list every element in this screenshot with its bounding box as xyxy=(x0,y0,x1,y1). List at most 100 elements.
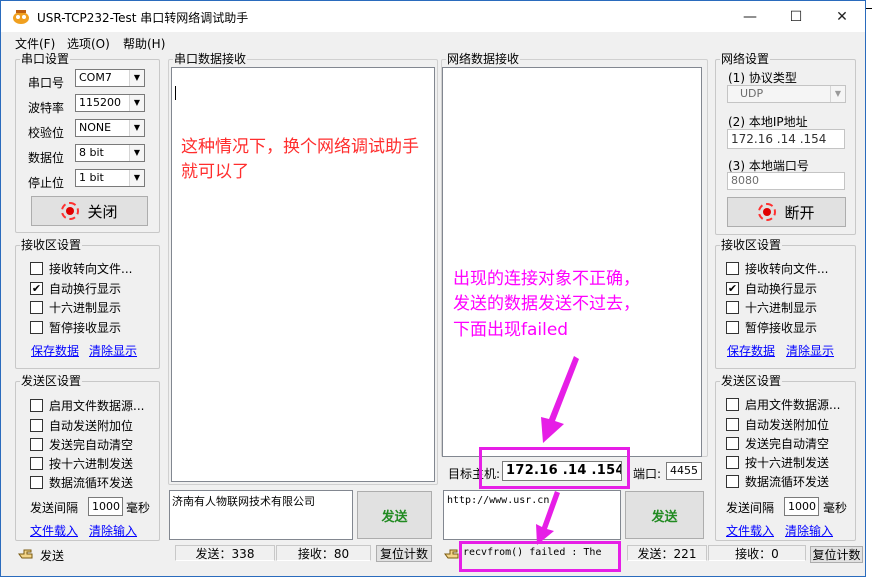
protocol-label: (1) 协议类型 xyxy=(728,71,797,85)
net-reset-count-button[interactable]: 复位计数 xyxy=(810,546,863,563)
serial-close-button[interactable]: 关闭 xyxy=(31,196,148,226)
net-send-count: 发送：221 xyxy=(627,545,707,561)
serial-settings-legend: 串口设置 xyxy=(21,52,70,66)
right-clear-display-link[interactable]: 清除显示 xyxy=(786,342,834,359)
checkbox[interactable] xyxy=(30,262,43,275)
maximize-button[interactable]: ☐ xyxy=(773,1,819,32)
app-icon xyxy=(13,10,29,24)
left-interval-input[interactable]: 1000 xyxy=(88,497,123,516)
target-port-input[interactable]: 4455 xyxy=(666,462,702,480)
serial-send-count: 发送：338 xyxy=(175,545,275,561)
right-interval-label: 发送间隔 xyxy=(726,501,775,515)
local-ip-input[interactable]: 172.16 .14 .154 xyxy=(727,129,845,149)
checkbox[interactable] xyxy=(726,398,739,411)
serial-send-button[interactable]: 发送 xyxy=(357,491,432,539)
parity-select[interactable]: NONE ▼ xyxy=(75,119,145,137)
local-ip-label: (2) 本地IP地址 xyxy=(728,115,808,129)
hand-icon xyxy=(444,549,459,559)
right-send-opt-clear[interactable]: 发送完自动清空 xyxy=(726,435,829,452)
left-send-opt-append[interactable]: 自动发送附加位 xyxy=(30,417,133,434)
left-recv-opt-hex[interactable]: 十六进制显示 xyxy=(30,299,121,316)
left-send-opt-file[interactable]: 启用文件数据源... xyxy=(30,397,144,414)
target-port-label: 端口: xyxy=(633,467,662,481)
port-select[interactable]: COM7 ▼ xyxy=(75,69,145,87)
checkbox-checked[interactable]: ✔ xyxy=(30,282,43,295)
right-clear-input-link[interactable]: 清除输入 xyxy=(785,522,833,539)
checkbox[interactable] xyxy=(30,419,43,432)
checkbox-checked[interactable]: ✔ xyxy=(726,282,739,295)
disconnect-button[interactable]: 断开 xyxy=(727,197,846,227)
minimize-button[interactable]: — xyxy=(727,1,773,32)
checkbox[interactable] xyxy=(30,476,43,489)
left-recv-opt-pause[interactable]: 暂停接收显示 xyxy=(30,319,121,336)
chevron-down-icon: ▼ xyxy=(129,170,144,186)
right-receive-legend: 接收区设置 xyxy=(721,238,782,252)
chevron-down-icon: ▼ xyxy=(129,95,144,111)
protocol-select[interactable]: UDP ▼ xyxy=(727,85,846,103)
checkbox[interactable] xyxy=(30,399,43,412)
annotation-arrow-lower xyxy=(536,491,560,545)
serial-receive-area[interactable] xyxy=(171,67,435,482)
parity-label: 校验位 xyxy=(28,126,65,140)
right-send-opt-loop[interactable]: 数据流循环发送 xyxy=(726,473,829,490)
serial-send-input[interactable]: 济南有人物联网技术有限公司 xyxy=(169,490,353,540)
baud-select[interactable]: 115200 ▼ xyxy=(75,94,145,112)
annotation-pink-line1: 出现的连接对象不正确， xyxy=(453,269,640,289)
annotation-pink-line2: 发送的数据发送不过去， xyxy=(453,294,640,314)
serial-reset-count-button[interactable]: 复位计数 xyxy=(376,545,432,562)
close-window-button[interactable]: ✕ xyxy=(819,1,865,32)
stopbits-label: 停止位 xyxy=(28,176,65,190)
right-interval-input[interactable]: 1000 xyxy=(784,497,819,516)
checkbox[interactable] xyxy=(30,301,43,314)
local-port-input[interactable]: 8080 xyxy=(727,172,845,190)
window-title: USR-TCP232-Test 串口转网络调试助手 xyxy=(37,11,249,25)
left-send-opt-loop[interactable]: 数据流循环发送 xyxy=(30,474,133,491)
left-save-data-link[interactable]: 保存数据 xyxy=(31,342,79,359)
left-interval-unit: 毫秒 xyxy=(126,501,151,515)
serial-receive-legend: 串口数据接收 xyxy=(174,52,247,66)
left-load-file-link[interactable]: 文件载入 xyxy=(30,522,78,539)
left-clear-display-link[interactable]: 清除显示 xyxy=(89,342,137,359)
stopbits-select[interactable]: 1 bit ▼ xyxy=(75,169,145,187)
checkbox[interactable] xyxy=(726,262,739,275)
checkbox[interactable] xyxy=(726,475,739,488)
checkbox[interactable] xyxy=(30,438,43,451)
app-window: USR-TCP232-Test 串口转网络调试助手 — ☐ ✕ 文件(F) 选项… xyxy=(0,0,866,577)
checkbox[interactable] xyxy=(726,301,739,314)
right-send-opt-file[interactable]: 启用文件数据源... xyxy=(726,396,840,413)
checkbox[interactable] xyxy=(726,321,739,334)
net-settings-legend: 网络设置 xyxy=(721,52,770,66)
checkbox[interactable] xyxy=(726,456,739,469)
right-send-opt-hex[interactable]: 按十六进制发送 xyxy=(726,454,829,471)
left-recv-opt-wrap[interactable]: ✔ 自动换行显示 xyxy=(30,280,121,297)
menu-help[interactable]: 帮助(H) xyxy=(123,35,165,52)
left-clear-input-link[interactable]: 清除输入 xyxy=(89,522,137,539)
checkbox[interactable] xyxy=(30,321,43,334)
left-recv-opt-file[interactable]: 接收转向文件... xyxy=(30,260,132,277)
right-recv-opt-pause[interactable]: 暂停接收显示 xyxy=(726,319,817,336)
net-recv-count: 接收：0 xyxy=(708,545,806,561)
net-receive-legend: 网络数据接收 xyxy=(447,52,520,66)
right-recv-opt-wrap[interactable]: ✔ 自动换行显示 xyxy=(726,280,817,297)
menu-file[interactable]: 文件(F) xyxy=(15,35,55,52)
databits-select[interactable]: 8 bit ▼ xyxy=(75,144,145,162)
right-recv-opt-hex[interactable]: 十六进制显示 xyxy=(726,299,817,316)
right-send-opt-append[interactable]: 自动发送附加位 xyxy=(726,416,829,433)
checkbox[interactable] xyxy=(726,418,739,431)
left-send-opt-clear[interactable]: 发送完自动清空 xyxy=(30,436,133,453)
checkbox[interactable] xyxy=(30,457,43,470)
net-send-button[interactable]: 发送 xyxy=(625,491,704,539)
chevron-down-icon: ▼ xyxy=(129,70,144,86)
checkbox[interactable] xyxy=(726,437,739,450)
serial-recv-count: 接收：80 xyxy=(276,545,371,561)
menu-options[interactable]: 选项(O) xyxy=(67,35,110,52)
baud-label: 波特率 xyxy=(28,101,65,115)
annotation-red-line1: 这种情况下，换个网络调试助手 xyxy=(181,137,419,157)
annotation-box-status xyxy=(459,541,621,572)
annotation-arrow-upper xyxy=(541,356,579,443)
left-send-opt-hex[interactable]: 按十六进制发送 xyxy=(30,455,133,472)
right-recv-opt-file[interactable]: 接收转向文件... xyxy=(726,260,828,277)
menu-bar: 文件(F) 选项(O) 帮助(H) xyxy=(1,32,865,52)
right-save-data-link[interactable]: 保存数据 xyxy=(727,342,775,359)
right-load-file-link[interactable]: 文件载入 xyxy=(726,522,774,539)
